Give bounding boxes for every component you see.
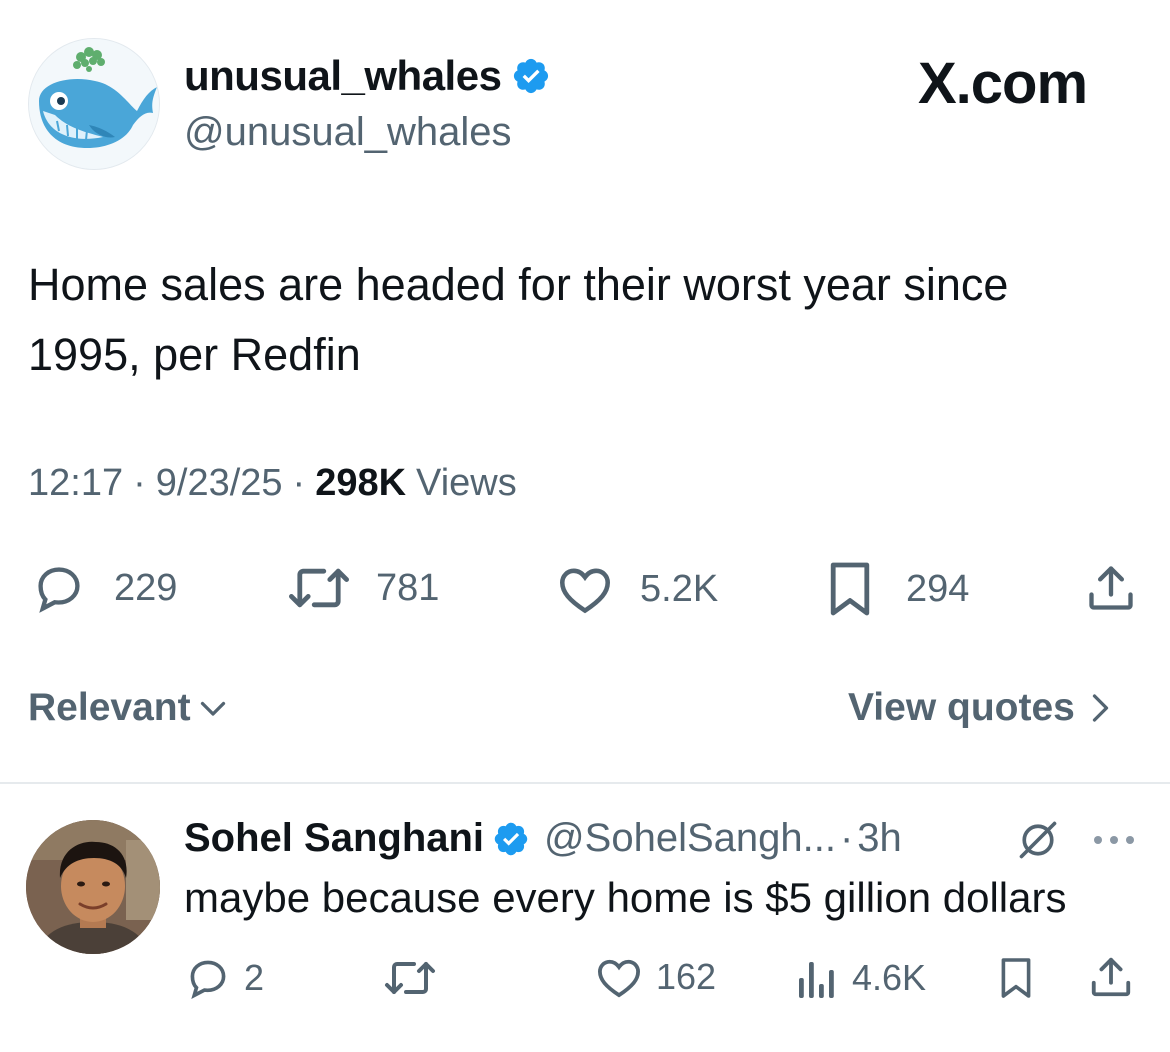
share-button[interactable] [1084,562,1138,614]
share-icon [1091,957,1131,997]
chevron-right-icon [1092,694,1108,722]
reply-author-handle[interactable]: @SohelSangh... [544,816,836,861]
reply-reply-button[interactable]: 2 [186,956,264,1000]
reply-author-name[interactable]: Sohel Sanghani [184,816,484,861]
like-count: 5.2K [640,567,719,610]
reply-icon [38,567,80,613]
tweet-meta: 12:17 · 9/23/25 · 298K Views [28,462,517,505]
reply-bookmark-button[interactable] [998,954,1034,1002]
reply-views-button[interactable]: 4.6K [796,956,926,1000]
bookmark-icon [1001,958,1031,998]
more-icon [1094,836,1134,844]
repost-icon [289,568,349,608]
reply-repost-button[interactable] [384,958,436,998]
author-name[interactable]: unusual_whales [184,52,551,100]
reply-like-button[interactable]: 162 [596,956,716,998]
tweet-date[interactable]: 9/23/25 [156,462,283,505]
sort-relevant-dropdown[interactable]: Relevant [28,686,231,730]
reply-text: maybe because every home is $5 gillion d… [184,874,1067,921]
person-photo-icon [26,820,160,954]
author-handle[interactable]: @unusual_whales [184,110,511,155]
repost-button[interactable]: 781 [286,564,439,612]
reply-separator: · [839,816,854,860]
tweet-time[interactable]: 12:17 [28,462,123,505]
more-options-button[interactable] [1090,822,1138,863]
sort-label: Relevant [28,686,191,729]
reply-views-count: 4.6K [852,957,927,998]
divider [0,782,1170,784]
bookmark-icon [830,562,870,616]
reply-header: Sohel Sanghani @SohelSangh... · 3h [184,816,902,861]
chevron-down-icon [200,701,225,716]
author-avatar[interactable] [28,38,160,170]
views-count: 298K [315,462,407,504]
meta-separator: · [133,462,146,504]
like-icon [597,959,641,998]
repost-count: 781 [376,566,440,609]
bookmark-button[interactable]: 294 [826,560,969,618]
meta-separator: · [292,462,306,504]
reply-icon [190,960,226,1000]
view-quotes-link[interactable]: View quotes [848,686,1117,730]
tweet-text-line: Home sales are headed for their worst ye… [28,259,1009,310]
reply-like-count: 162 [656,956,717,997]
reply-time[interactable]: 3h [857,816,902,861]
author-name-text: unusual_whales [184,52,502,99]
grok-icon [1019,821,1057,859]
reply-count: 229 [114,566,178,609]
reply-avatar[interactable] [26,820,160,954]
reply-reply-count: 2 [244,957,265,998]
share-icon [1089,566,1133,610]
views-label: Views [416,462,517,504]
verified-badge-icon [494,822,528,855]
tweet-text-line: 1995, per Redfin [28,329,361,380]
verified-badge-icon [514,58,549,94]
like-button[interactable]: 5.2K [556,564,718,614]
whale-logo-icon [29,39,159,169]
brand-watermark: X.com [918,51,1088,116]
tweet-text: Home sales are headed for their worst ye… [28,250,1148,390]
view-quotes-label: View quotes [848,686,1075,729]
reply-share-button[interactable] [1088,954,1134,1000]
grok-button[interactable] [1016,818,1060,867]
reply-button[interactable]: 229 [30,562,177,614]
repost-icon [385,962,435,994]
like-icon [559,568,611,614]
bookmark-count: 294 [906,567,970,610]
views-icon [799,962,834,998]
